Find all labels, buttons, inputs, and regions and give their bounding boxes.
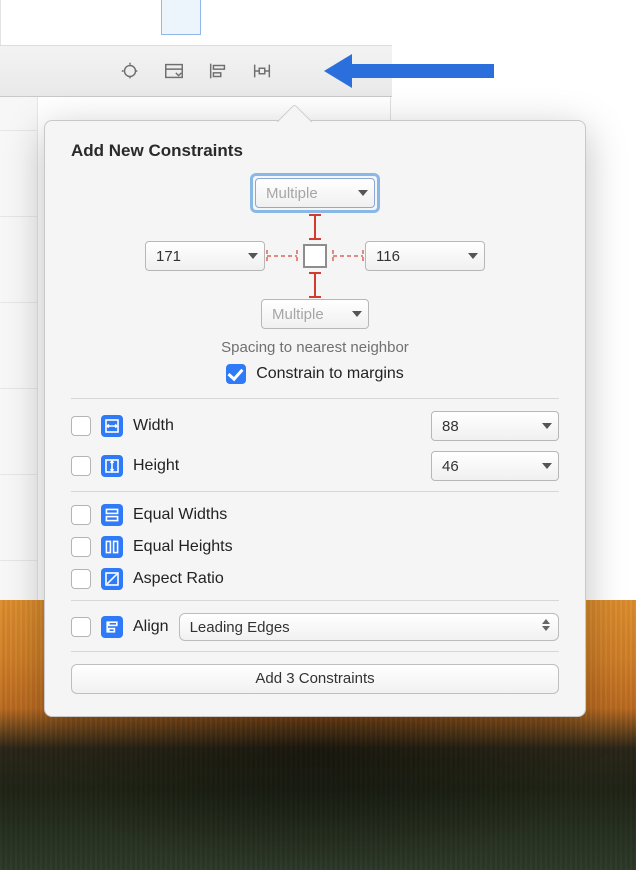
width-icon — [101, 415, 123, 437]
aspect-ratio-checkbox[interactable] — [71, 569, 91, 589]
spacing-grid: Multiple 171 116 — [135, 173, 495, 329]
divider — [71, 491, 559, 492]
width-value-field[interactable]: 88 — [431, 411, 559, 441]
constraints-toolbar — [0, 45, 392, 97]
divider — [71, 600, 559, 601]
right-spacing-value: 116 — [376, 248, 400, 265]
add-constraints-popover: Add New Constraints Multiple 171 — [44, 120, 586, 717]
chevron-down-icon — [358, 190, 368, 196]
equal-widths-row: Equal Widths — [71, 504, 559, 526]
popover-title: Add New Constraints — [71, 141, 559, 161]
height-icon — [101, 455, 123, 477]
canvas-area — [0, 0, 392, 45]
spacing-center-box — [303, 244, 327, 268]
left-spacing-value: 171 — [156, 248, 181, 265]
divider — [71, 398, 559, 399]
aspect-ratio-row: Aspect Ratio — [71, 568, 559, 590]
chevron-down-icon — [248, 253, 258, 259]
equal-heights-icon — [101, 536, 123, 558]
equal-widths-label: Equal Widths — [133, 506, 227, 524]
chevron-down-icon — [542, 463, 552, 469]
right-spacing-field[interactable]: 116 — [365, 241, 485, 271]
constrain-margins-row: Constrain to margins — [71, 364, 559, 384]
top-spacing-focus-ring: Multiple — [250, 173, 380, 213]
align-select[interactable]: Leading Edges — [179, 613, 559, 641]
top-spacing-value: Multiple — [266, 185, 318, 202]
aspect-ratio-icon — [101, 568, 123, 590]
spacing-caption: Spacing to nearest neighbor — [71, 339, 559, 356]
width-value: 88 — [442, 418, 459, 435]
left-gutter — [0, 45, 38, 605]
align-label: Align — [133, 618, 169, 636]
constrain-margins-label: Constrain to margins — [256, 365, 404, 383]
width-row: Width 88 — [71, 411, 559, 441]
selected-view-outline — [161, 0, 201, 35]
equal-widths-checkbox[interactable] — [71, 505, 91, 525]
update-frames-icon[interactable] — [119, 60, 141, 82]
embed-in-icon[interactable] — [163, 60, 185, 82]
chevron-down-icon — [352, 311, 362, 317]
chevron-down-icon — [468, 253, 478, 259]
height-row: Height 46 — [71, 451, 559, 481]
align-icon[interactable] — [207, 60, 229, 82]
width-checkbox[interactable] — [71, 416, 91, 436]
equal-heights-checkbox[interactable] — [71, 537, 91, 557]
bottom-spacing-field[interactable]: Multiple — [261, 299, 369, 329]
equal-heights-label: Equal Heights — [133, 538, 233, 556]
height-value-field[interactable]: 46 — [431, 451, 559, 481]
height-value: 46 — [442, 458, 459, 475]
align-checkbox[interactable] — [71, 617, 91, 637]
align-icon — [101, 616, 123, 638]
constrain-margins-checkbox[interactable] — [226, 364, 246, 384]
divider — [71, 651, 559, 652]
add-constraints-icon[interactable] — [251, 60, 273, 82]
height-checkbox[interactable] — [71, 456, 91, 476]
width-label: Width — [133, 417, 174, 435]
equal-widths-icon — [101, 504, 123, 526]
equal-heights-row: Equal Heights — [71, 536, 559, 558]
aspect-ratio-label: Aspect Ratio — [133, 570, 224, 588]
updown-icon — [542, 619, 550, 631]
chevron-down-icon — [542, 423, 552, 429]
add-constraints-button[interactable]: Add 3 Constraints — [71, 664, 559, 694]
align-select-value: Leading Edges — [190, 619, 290, 636]
left-spacing-field[interactable]: 171 — [145, 241, 265, 271]
top-spacing-field[interactable]: Multiple — [255, 178, 375, 208]
height-label: Height — [133, 457, 179, 475]
bottom-spacing-value: Multiple — [272, 306, 324, 323]
align-row: Align Leading Edges — [71, 613, 559, 641]
